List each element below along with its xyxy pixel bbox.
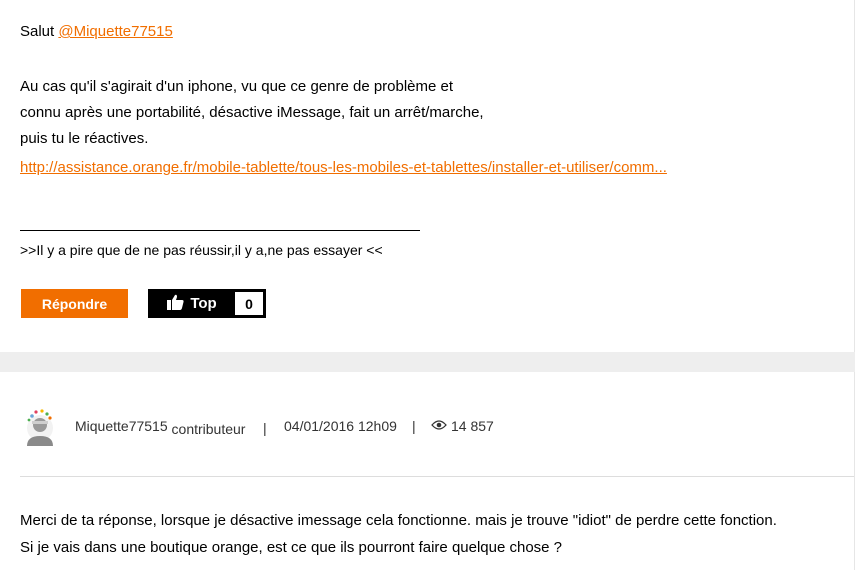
view-count: 14 857 (431, 418, 494, 434)
author-name[interactable]: Miquette77515 (75, 418, 168, 434)
body-line-3: puis tu le réactives. (20, 130, 149, 147)
thumbs-up-icon (167, 294, 184, 314)
body-line-1: Au cas qu'il s'agirait d'un iphone, vu q… (20, 78, 454, 95)
mention-link[interactable]: @Miquette77515 (58, 23, 172, 40)
meta-divider: | (263, 420, 267, 436)
header-divider (20, 476, 854, 477)
assistance-link[interactable]: http://assistance.orange.fr/mobile-table… (20, 159, 667, 176)
post-date: 04/01/2016 12h09 (284, 418, 397, 434)
meta-divider: | (412, 418, 416, 434)
author-rank: contributeur (171, 421, 246, 437)
greeting-line: Salut @Miquette77515 (20, 22, 173, 42)
signature-text: >>Il y a pire que de ne pas réussir,il y… (20, 242, 383, 258)
message-line-2: Si je vais dans une boutique orange, est… (20, 539, 563, 556)
eye-icon (431, 418, 447, 434)
reply-button-label: Répondre (41, 295, 108, 312)
signature-divider (20, 230, 420, 231)
post-separator (0, 352, 855, 372)
reply-button[interactable]: Répondre (21, 289, 128, 318)
greeting-text: Salut (20, 23, 59, 40)
reply-post: Salut @Miquette77515 Au cas qu'il s'agir… (0, 0, 855, 352)
body-line-2: connu après une portabilité, désactive i… (20, 104, 484, 121)
avatar-icon[interactable] (22, 408, 58, 446)
top-count: 0 (235, 292, 263, 315)
message-post: Miquette77515 contributeur | 04/01/2016 … (0, 372, 855, 570)
message-line-1: Merci de ta réponse, lorsque je désactiv… (20, 512, 777, 529)
view-count-value: 14 857 (451, 418, 494, 434)
top-label: Top (190, 295, 217, 312)
kudo-top-button[interactable]: Top 0 (148, 289, 266, 318)
